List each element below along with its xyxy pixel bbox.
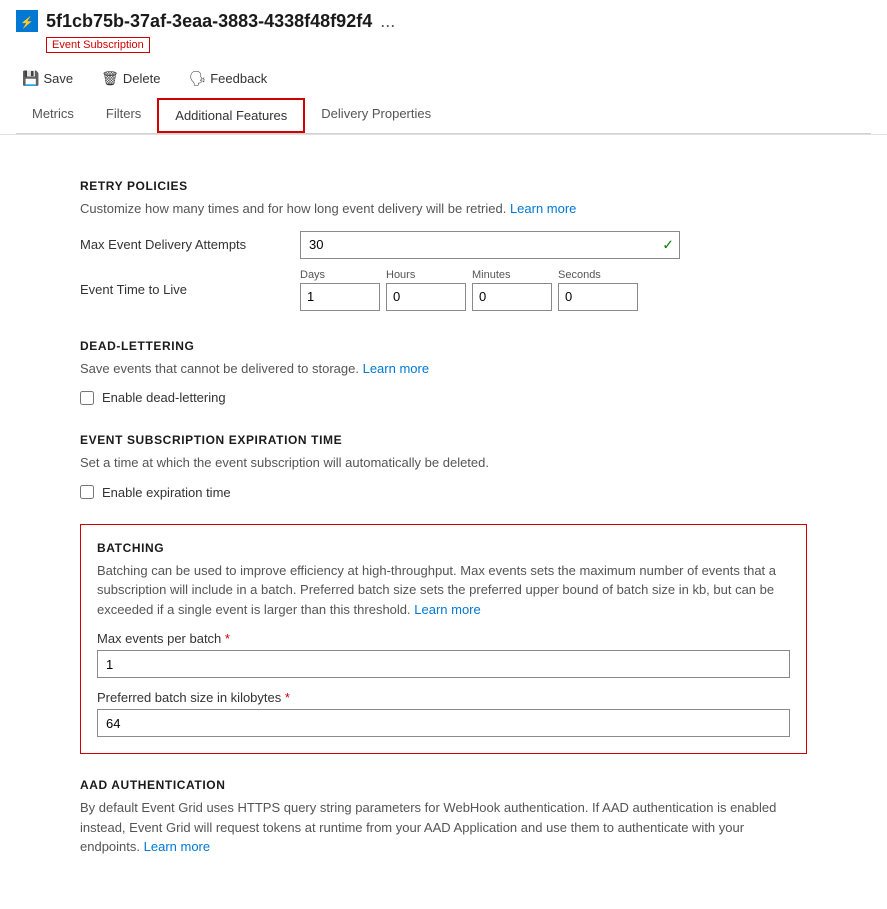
aad-desc: By default Event Grid uses HTTPS query s… [80, 798, 807, 857]
feedback-icon: 🗣 [188, 70, 206, 87]
delete-icon: 🗑 [101, 70, 119, 87]
svg-text:⚡: ⚡ [20, 16, 34, 29]
main-content: RETRY POLICIES Customize how many times … [0, 135, 887, 909]
expiration-checkbox-label[interactable]: Enable expiration time [102, 485, 231, 500]
hours-field: Hours [386, 269, 466, 311]
max-attempts-input-wrapper: ✓ [300, 231, 680, 259]
tab-additional-features[interactable]: Additional Features [157, 98, 305, 133]
required-indicator: * [225, 631, 230, 646]
dead-lettering-checkbox-row: Enable dead-lettering [80, 390, 807, 405]
preferred-size-input[interactable] [97, 709, 790, 737]
save-button[interactable]: 💾 Save [16, 67, 79, 90]
tab-filters[interactable]: Filters [90, 98, 157, 133]
resource-icon: ⚡ [16, 10, 38, 32]
retry-policies-title: RETRY POLICIES [80, 179, 807, 193]
batching-desc: Batching can be used to improve efficien… [97, 561, 790, 620]
more-options-icon[interactable]: ... [380, 11, 395, 32]
dead-lettering-checkbox[interactable] [80, 391, 94, 405]
time-fields: Days Hours Minutes Seconds [300, 269, 638, 311]
minutes-label: Minutes [472, 269, 552, 281]
expiration-desc: Set a time at which the event subscripti… [80, 453, 807, 473]
max-events-input[interactable] [97, 650, 790, 678]
tab-delivery-properties[interactable]: Delivery Properties [305, 98, 447, 133]
expiration-checkbox-row: Enable expiration time [80, 485, 807, 500]
preferred-size-label: Preferred batch size in kilobytes * [97, 690, 790, 705]
tabs-bar: Metrics Filters Additional Features Deli… [16, 98, 871, 134]
toolbar: 💾 Save 🗑 Delete 🗣 Feedback [16, 61, 871, 98]
max-attempts-label: Max Event Delivery Attempts [80, 237, 300, 252]
seconds-field: Seconds [558, 269, 638, 311]
max-attempts-input[interactable] [300, 231, 680, 259]
event-ttl-row: Event Time to Live Days Hours Minutes Se… [80, 269, 807, 311]
batching-learn-more[interactable]: Learn more [414, 602, 480, 617]
max-attempts-row: Max Event Delivery Attempts ✓ [80, 231, 807, 259]
dead-lettering-desc: Save events that cannot be delivered to … [80, 359, 807, 379]
days-label: Days [300, 269, 380, 281]
check-icon: ✓ [662, 236, 674, 253]
subscription-badge: Event Subscription [46, 37, 150, 53]
required-indicator-2: * [285, 690, 290, 705]
expiration-title: EVENT SUBSCRIPTION EXPIRATION TIME [80, 433, 807, 447]
dead-lettering-title: DEAD-LETTERING [80, 339, 807, 353]
dead-lettering-learn-more[interactable]: Learn more [363, 361, 429, 376]
minutes-field: Minutes [472, 269, 552, 311]
aad-learn-more[interactable]: Learn more [144, 839, 210, 854]
retry-policies-desc: Customize how many times and for how lon… [80, 199, 807, 219]
days-input[interactable] [300, 283, 380, 311]
save-icon: 💾 [22, 70, 39, 87]
seconds-input[interactable] [558, 283, 638, 311]
max-events-label: Max events per batch * [97, 631, 790, 646]
delete-button[interactable]: 🗑 Delete [95, 67, 166, 90]
dead-lettering-checkbox-label[interactable]: Enable dead-lettering [102, 390, 226, 405]
days-field: Days [300, 269, 380, 311]
aad-title: AAD AUTHENTICATION [80, 778, 807, 792]
batching-section: BATCHING Batching can be used to improve… [80, 524, 807, 755]
expiration-checkbox[interactable] [80, 485, 94, 499]
resource-title: 5f1cb75b-37af-3eaa-3883-4338f48f92f4 [46, 11, 372, 32]
aad-section: AAD AUTHENTICATION By default Event Grid… [80, 778, 807, 857]
hours-label: Hours [386, 269, 466, 281]
minutes-input[interactable] [472, 283, 552, 311]
event-ttl-label: Event Time to Live [80, 282, 300, 297]
seconds-label: Seconds [558, 269, 638, 281]
tab-metrics[interactable]: Metrics [16, 98, 90, 133]
feedback-button[interactable]: 🗣 Feedback [182, 67, 273, 90]
batching-title: BATCHING [97, 541, 790, 555]
retry-policies-learn-more[interactable]: Learn more [510, 201, 576, 216]
hours-input[interactable] [386, 283, 466, 311]
